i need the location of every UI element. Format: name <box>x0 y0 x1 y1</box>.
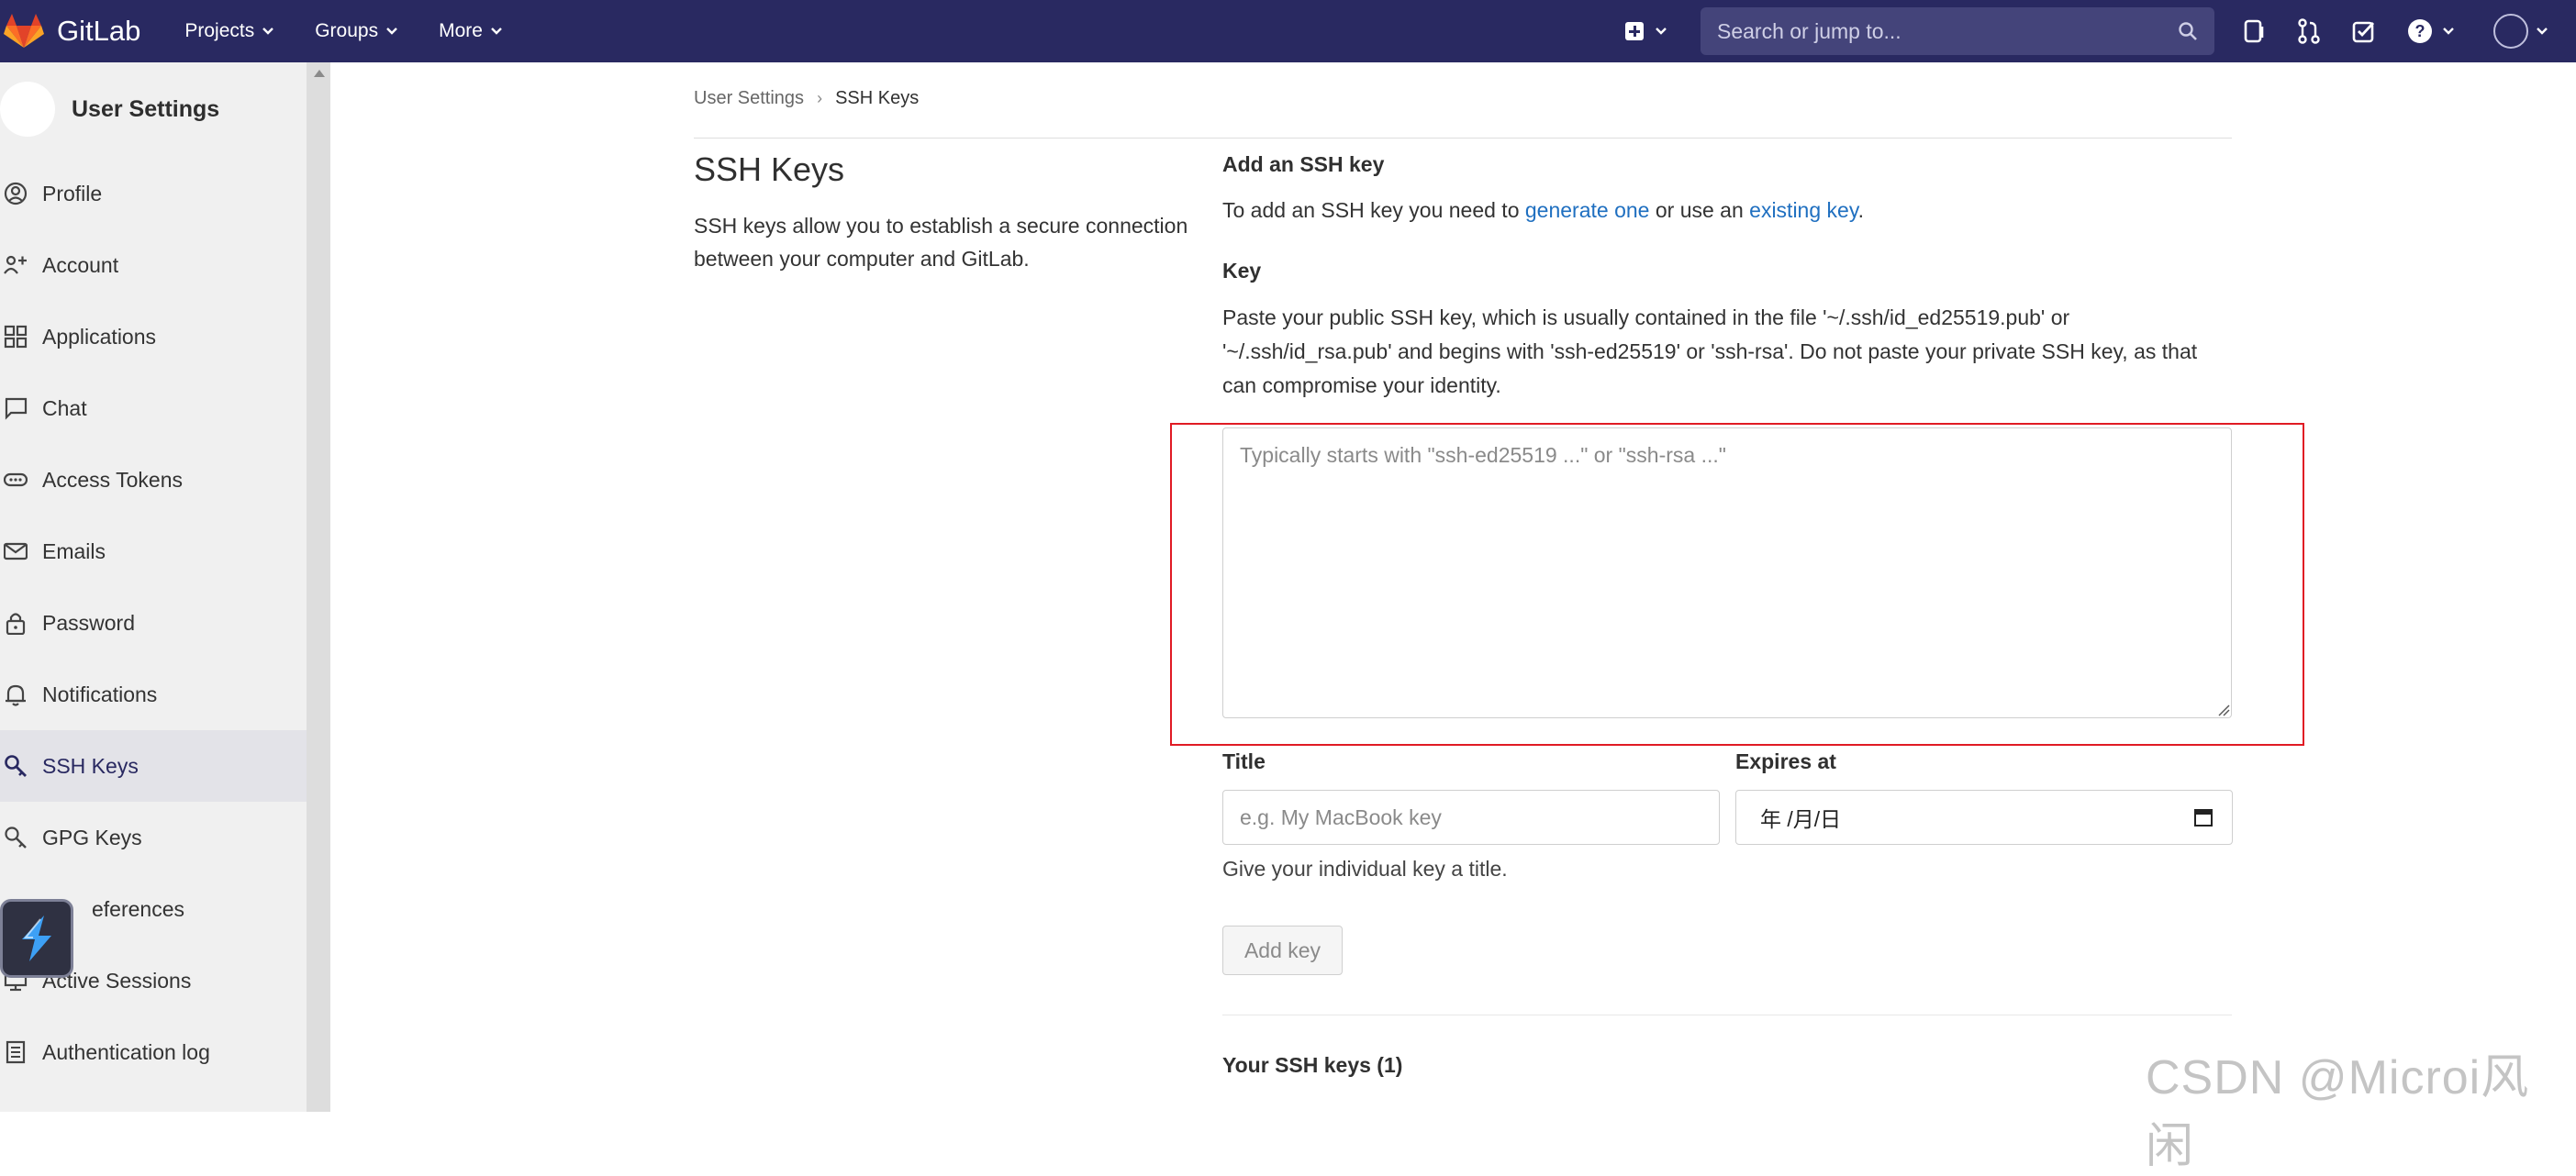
plus-icon <box>1625 22 1644 40</box>
app-badge-icon[interactable] <box>0 899 73 978</box>
sidebar-item-label: Authentication log <box>42 1039 210 1064</box>
bell-icon <box>4 682 28 706</box>
svg-text:?: ? <box>2415 22 2425 40</box>
page-description: SSH keys allow you to establish a secure… <box>694 214 1188 271</box>
key-help-text: Paste your public SSH key, which is usua… <box>1222 305 2198 397</box>
your-ssh-keys-heading: Your SSH keys (1) <box>1222 1053 1403 1077</box>
add-ssh-key-heading: Add an SSH key <box>1222 152 1385 176</box>
sidebar-item-label: Profile <box>42 181 103 205</box>
breadcrumb-parent[interactable]: User Settings <box>694 88 804 109</box>
search-icon[interactable] <box>2178 21 2198 46</box>
divider <box>694 138 2232 139</box>
sidebar-scrollbar[interactable] <box>307 62 330 1112</box>
watermark: CSDN @Microi风闲 <box>2146 1051 2530 1173</box>
sidebar-item-gpg-keys[interactable]: GPG Keys <box>0 802 307 873</box>
page-header: SSH Keys SSH keys allow you to establish… <box>694 150 1208 275</box>
sidebar-item-label: Chat <box>42 395 87 420</box>
sidebar-item-label: Account <box>42 252 119 277</box>
sidebar-item-ssh-keys[interactable]: SSH Keys <box>0 730 307 802</box>
desc-text: or use an <box>1649 198 1750 222</box>
help-menu[interactable]: ? <box>2407 18 2455 44</box>
sidebar-item-chat[interactable]: Chat <box>0 372 307 444</box>
breadcrumb-current[interactable]: SSH Keys <box>835 88 919 109</box>
sidebar-item-label: Access Tokens <box>42 467 183 492</box>
sidebar-item-profile[interactable]: Profile <box>0 158 307 229</box>
lock-icon <box>4 611 28 635</box>
page-title: SSH Keys <box>694 150 845 188</box>
date-value: 年 /月/日 <box>1760 807 1842 831</box>
key-icon <box>4 826 28 849</box>
sidebar-item-label: Notifications <box>42 682 158 706</box>
sidebar-title: User Settings <box>72 95 220 122</box>
calendar-icon[interactable] <box>2193 807 2214 832</box>
key-label: Key <box>1222 259 1262 283</box>
add-ssh-key-description: To add an SSH key you need to generate o… <box>1222 198 1864 223</box>
brand-name: GitLab <box>57 15 141 47</box>
chevron-down-icon <box>1655 27 1667 36</box>
merge-requests-icon[interactable] <box>2297 18 2321 44</box>
chevron-down-icon <box>490 27 503 36</box>
chevron-down-icon <box>262 27 274 36</box>
sidebar-item-label: SSH Keys <box>42 753 139 778</box>
sidebar-item-notifications[interactable]: Notifications <box>0 659 307 730</box>
account-icon <box>4 253 28 277</box>
nav-more-label: More <box>439 20 483 41</box>
gitlab-logo-icon <box>4 14 44 48</box>
token-icon <box>4 468 28 492</box>
key-icon <box>4 754 28 778</box>
issues-icon[interactable] <box>2244 19 2266 43</box>
expires-at-date-input[interactable]: 年 /月/日 <box>1735 790 2233 845</box>
sidebar-item-label: Emails <box>42 538 106 563</box>
new-item-menu[interactable] <box>1625 22 1667 40</box>
todos-icon[interactable] <box>2352 19 2376 43</box>
add-key-button[interactable]: Add key <box>1222 926 1343 975</box>
log-icon <box>4 1040 28 1064</box>
generate-one-link[interactable]: generate one <box>1525 198 1650 222</box>
sidebar-header[interactable]: User Settings <box>0 81 219 138</box>
search-input[interactable] <box>1715 17 2159 45</box>
gitlab-home-link[interactable]: GitLab <box>4 13 140 50</box>
sidebar-item-account[interactable]: Account <box>0 229 307 301</box>
chevron-down-icon <box>2536 27 2548 36</box>
user-menu[interactable] <box>2493 14 2548 49</box>
expires-at-label: Expires at <box>1735 749 1836 773</box>
title-label: Title <box>1222 749 1266 773</box>
top-navbar: GitLab Projects Groups More Search or ju… <box>0 0 2576 62</box>
profile-icon <box>4 182 28 205</box>
annotation-highlight-box <box>1170 423 2304 746</box>
chat-icon <box>4 396 28 420</box>
sidebar-item-emails[interactable]: Emails <box>0 516 307 587</box>
chevron-down-icon <box>385 27 398 36</box>
desc-text: . <box>1857 198 1865 222</box>
desc-text: To add an SSH key you need to <box>1222 198 1525 222</box>
sidebar-item-label: Password <box>42 610 135 635</box>
title-help-text: Give your individual key a title. <box>1222 857 1508 881</box>
mail-icon <box>4 539 28 563</box>
sidebar-item-access-tokens[interactable]: Access Tokens <box>0 444 307 516</box>
avatar <box>0 82 55 137</box>
applications-icon <box>4 325 28 349</box>
avatar <box>2493 14 2528 49</box>
sidebar-item-password[interactable]: Password <box>0 587 307 659</box>
chevron-down-icon <box>2442 27 2455 36</box>
chevron-right-icon: › <box>817 89 823 107</box>
sidebar-item-label: Applications <box>42 324 157 349</box>
sidebar-item-applications[interactable]: Applications <box>0 301 307 372</box>
nav-projects[interactable]: Projects <box>184 20 274 42</box>
existing-key-link[interactable]: existing key <box>1749 198 1857 222</box>
title-input[interactable] <box>1222 790 1720 845</box>
search-box[interactable] <box>1701 7 2214 55</box>
nav-more[interactable]: More <box>439 20 503 42</box>
help-icon: ? <box>2408 19 2432 43</box>
sidebar-item-authentication-log[interactable]: Authentication log <box>0 1016 307 1088</box>
breadcrumb: User Settings › SSH Keys <box>694 88 919 109</box>
scroll-up-arrow-icon[interactable] <box>314 70 325 77</box>
nav-groups-label: Groups <box>315 20 379 41</box>
nav-groups[interactable]: Groups <box>315 20 398 42</box>
sidebar-item-label: GPG Keys <box>42 825 142 849</box>
nav-projects-label: Projects <box>184 20 255 41</box>
sidebar-item-label: eferences <box>92 896 185 921</box>
